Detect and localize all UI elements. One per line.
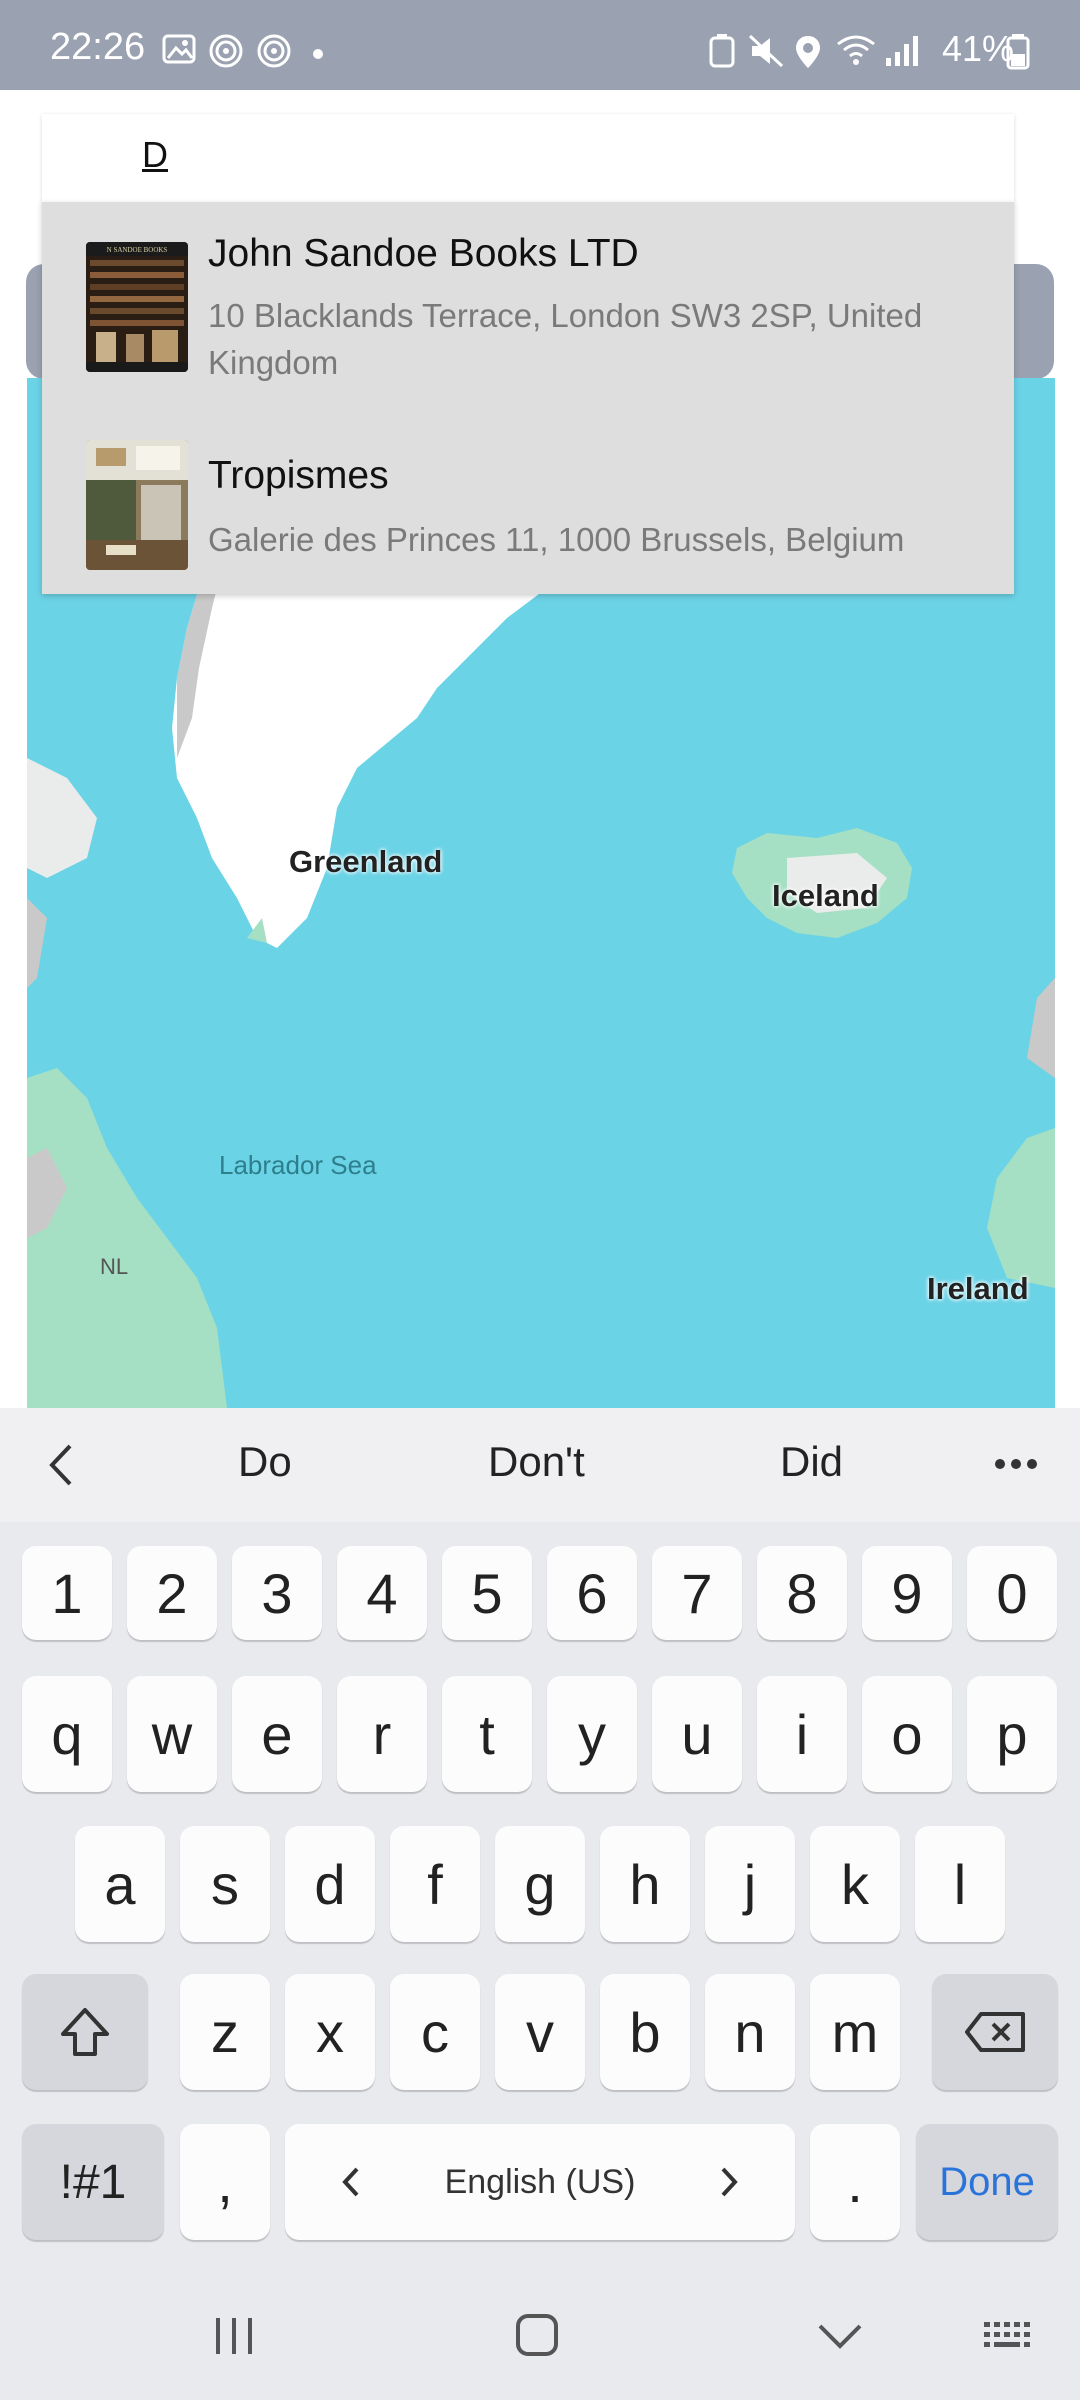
suggestion-item-john-sandoe[interactable]: N SANDOE BOOKS John Sandoe Books LTD 10 …	[42, 202, 1014, 412]
battery-icon	[1006, 34, 1030, 70]
hide-keyboard-icon[interactable]	[816, 2320, 864, 2350]
scotland-land	[1027, 978, 1055, 1078]
key-r[interactable]: r	[337, 1676, 427, 1792]
more-options-icon[interactable]	[994, 1458, 1038, 1470]
suggestion-address: 10 Blacklands Terrace, London SW3 2SP, U…	[208, 297, 923, 381]
map-label-nl: NL	[100, 1254, 129, 1279]
status-bar: 22:26 41%	[0, 0, 1080, 90]
battery-saver-icon	[709, 34, 735, 68]
key-4[interactable]: 4	[337, 1546, 427, 1640]
symbols-key[interactable]: !#1	[22, 2124, 164, 2240]
shift-arrow-icon	[61, 2008, 109, 2056]
key-w[interactable]: w	[127, 1676, 217, 1792]
search-suggestions-list: N SANDOE BOOKS John Sandoe Books LTD 10 …	[42, 202, 1014, 594]
search-query-text: D	[142, 134, 168, 175]
key-8[interactable]: 8	[757, 1546, 847, 1640]
key-i[interactable]: i	[757, 1676, 847, 1792]
suggestion-item-tropismes[interactable]: Tropismes Galerie des Princes 11, 1000 B…	[42, 412, 1014, 594]
baffin-coast	[27, 898, 47, 988]
comma-key[interactable]: ,	[180, 2124, 270, 2240]
key-f[interactable]: f	[390, 1826, 480, 1942]
map-label-labrador-sea: Labrador Sea	[219, 1150, 377, 1180]
suggestion-title: John Sandoe Books LTD	[208, 232, 639, 275]
shift-key[interactable]	[22, 1974, 148, 2090]
chevron-right-icon	[721, 2167, 738, 2197]
key-a[interactable]: a	[75, 1826, 165, 1942]
system-navigation-bar	[0, 2270, 1080, 2400]
signal-icon	[886, 36, 918, 66]
key-s[interactable]: s	[180, 1826, 270, 1942]
key-p[interactable]: p	[967, 1676, 1057, 1792]
map-label-iceland: Iceland	[772, 878, 879, 913]
key-g[interactable]: g	[495, 1826, 585, 1942]
key-3[interactable]: 3	[232, 1546, 322, 1640]
done-key[interactable]: Done	[916, 2124, 1058, 2240]
keyboard-switch-icon[interactable]	[982, 2320, 1036, 2352]
key-d[interactable]: d	[285, 1826, 375, 1942]
map-label-ireland: Ireland	[927, 1271, 1029, 1306]
keyboard-suggestion-bar: Do Don't Did	[0, 1408, 1080, 1522]
backspace-icon	[965, 2012, 1025, 2052]
space-key[interactable]: English (US)	[285, 2124, 795, 2240]
nfc-icon	[209, 34, 243, 68]
key-e[interactable]: e	[232, 1676, 322, 1792]
word-suggestion-3[interactable]: Did	[780, 1438, 843, 1486]
key-x[interactable]: x	[285, 1974, 375, 2090]
wifi-icon	[837, 35, 875, 65]
key-5[interactable]: 5	[442, 1546, 532, 1640]
backspace-key[interactable]	[932, 1974, 1058, 2090]
suggestion-thumbnail-interior	[86, 440, 188, 570]
chevron-left-icon[interactable]	[46, 1442, 76, 1488]
key-b[interactable]: b	[600, 1974, 690, 2090]
baffin-land	[27, 758, 97, 878]
key-u[interactable]: u	[652, 1676, 742, 1792]
key-2[interactable]: 2	[127, 1546, 217, 1640]
key-1[interactable]: 1	[22, 1546, 112, 1640]
key-o[interactable]: o	[862, 1676, 952, 1792]
key-7[interactable]: 7	[652, 1546, 742, 1640]
key-y[interactable]: y	[547, 1676, 637, 1792]
battery-percent: 41%	[941, 28, 1014, 69]
key-j[interactable]: j	[705, 1826, 795, 1942]
on-screen-keyboard: Do Don't Did 1 2 3 4 5 6 7 8 9 0 q w e r…	[0, 1408, 1080, 2400]
labrador-land	[27, 1068, 227, 1408]
suggestion-title: Tropismes	[208, 454, 389, 497]
suggestion-address: Galerie des Princes 11, 1000 Brussels, B…	[208, 521, 905, 558]
key-l[interactable]: l	[915, 1826, 1005, 1942]
home-icon[interactable]	[514, 2312, 560, 2358]
gallery-icon	[162, 34, 196, 64]
word-suggestion-2[interactable]: Don't	[488, 1438, 585, 1486]
period-key[interactable]: .	[810, 2124, 900, 2240]
key-z[interactable]: z	[180, 1974, 270, 2090]
word-suggestion-1[interactable]: Do	[238, 1438, 292, 1486]
key-t[interactable]: t	[442, 1676, 532, 1792]
key-q[interactable]: q	[22, 1676, 112, 1792]
ireland-shape	[987, 1128, 1055, 1288]
nfc-icon-2	[257, 34, 291, 68]
dot-icon	[313, 49, 323, 59]
key-6[interactable]: 6	[547, 1546, 637, 1640]
chevron-left-icon	[342, 2167, 359, 2197]
key-n[interactable]: n	[705, 1974, 795, 2090]
key-m[interactable]: m	[810, 1974, 900, 2090]
mute-icon	[748, 34, 784, 68]
key-9[interactable]: 9	[862, 1546, 952, 1640]
key-v[interactable]: v	[495, 1974, 585, 2090]
space-key-label: English (US)	[444, 2162, 636, 2201]
recent-apps-icon[interactable]	[212, 2314, 256, 2356]
search-input[interactable]: D	[42, 114, 1014, 204]
key-k[interactable]: k	[810, 1826, 900, 1942]
location-icon	[796, 36, 820, 68]
suggestion-thumbnail-bookshop: N SANDOE BOOKS	[86, 242, 188, 372]
key-0[interactable]: 0	[967, 1546, 1057, 1640]
key-c[interactable]: c	[390, 1974, 480, 2090]
key-h[interactable]: h	[600, 1826, 690, 1942]
status-time: 22:26	[50, 26, 146, 68]
thumbnail-sign-text: N SANDOE BOOKS	[107, 246, 168, 254]
map-label-greenland: Greenland	[289, 844, 443, 879]
